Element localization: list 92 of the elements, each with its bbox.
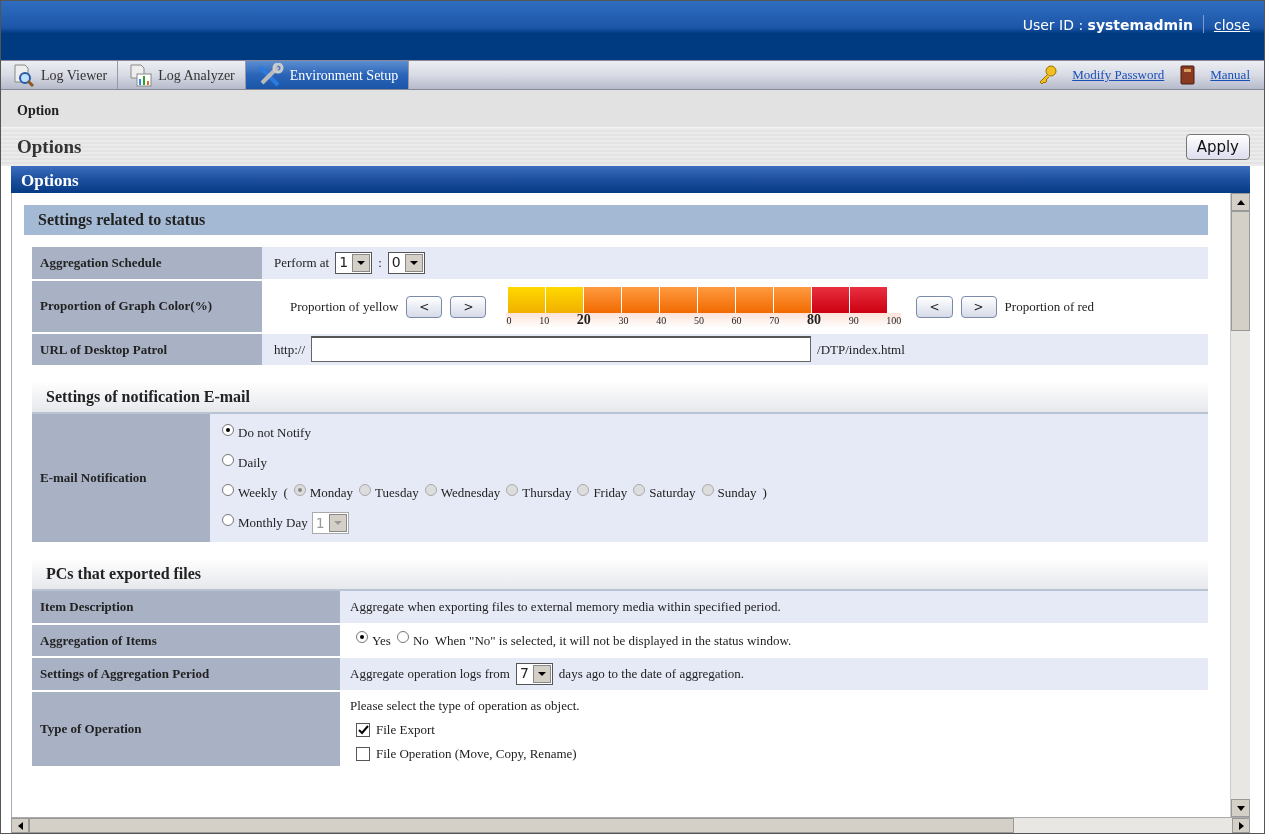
checkmark-icon	[357, 724, 369, 735]
checkbox[interactable]	[356, 722, 370, 737]
option-label: Weekly	[238, 484, 278, 503]
scale-tick-label: 90	[848, 313, 859, 328]
scroll-right-icon[interactable]	[1232, 818, 1250, 833]
step-button[interactable]: >	[960, 296, 997, 318]
section-header: Settings related to status	[24, 205, 1208, 235]
scale-tick-label: 60	[731, 313, 742, 328]
page-title: Options	[17, 134, 82, 159]
radio-button[interactable]	[222, 514, 234, 526]
row-label: Settings of Aggregation Period	[32, 658, 340, 690]
option-label: File Export	[376, 720, 435, 739]
label-text: days ago to the date of aggregation.	[558, 665, 745, 683]
option-label: Monday	[309, 484, 354, 503]
label-text: Aggregate operation logs from	[350, 665, 510, 683]
dropdown[interactable]: 7	[515, 662, 553, 685]
parenthesis: (	[283, 484, 288, 503]
scale-tick-label: 10	[539, 313, 550, 328]
scale-tick-label: 70	[769, 313, 780, 328]
nav-tab[interactable]: Environment Setup	[245, 61, 410, 89]
scroll-up-icon[interactable]	[1231, 193, 1250, 211]
label-text: Proportion of red	[1004, 298, 1095, 317]
caret-icon	[357, 260, 366, 265]
caret-icon	[409, 260, 418, 265]
header-link[interactable]: Modify Password	[1072, 65, 1165, 85]
step-button[interactable]: <	[406, 296, 443, 318]
option-label: No	[412, 631, 429, 650]
option-label: Monthly Day	[238, 514, 308, 533]
row-label: Proportion of Graph Color(%)	[32, 280, 262, 332]
scale-tick-label: 100	[886, 313, 902, 328]
option-label: Do not Notify	[238, 424, 311, 443]
option-label: Sunday	[717, 484, 757, 503]
book-icon	[1178, 65, 1197, 85]
panel-header: Options	[11, 166, 1250, 193]
dropdown[interactable]: 1	[335, 251, 373, 274]
option-label: Tuesday	[375, 484, 419, 503]
row-label: Aggregation of Items	[32, 624, 340, 656]
step-button[interactable]: <	[916, 296, 953, 318]
radio-button[interactable]	[222, 484, 234, 496]
row-label: Aggregation Schedule	[32, 247, 262, 279]
step-button[interactable]: >	[450, 296, 487, 318]
horizontal-scrollbar[interactable]	[11, 817, 1250, 833]
radio-button[interactable]	[222, 424, 234, 436]
apply-button[interactable]: Apply	[1185, 133, 1250, 161]
scale-tick-label: 20	[576, 312, 591, 328]
option-label: Friday	[593, 484, 628, 503]
row-label: Type of Operation	[32, 691, 340, 766]
document-magnifier-icon	[11, 63, 35, 87]
option-label: Thursday	[522, 484, 572, 503]
label-text: http://	[274, 340, 306, 359]
radio-button[interactable]	[222, 454, 234, 466]
option-label: Yes	[372, 631, 391, 650]
row-label: Item Description	[32, 591, 340, 623]
description-text: Aggregate when exporting files to external memory media within specified period.	[350, 598, 781, 616]
note-text: When "No" is selected, it will not be displayed in the status window.	[434, 631, 792, 650]
scale-tick-label: 80	[806, 312, 821, 328]
radio-button[interactable]	[356, 631, 368, 644]
caret-icon	[333, 521, 342, 525]
scale-tick-label: 0	[506, 313, 512, 328]
parenthesis: )	[762, 484, 767, 503]
document-chart-icon	[128, 63, 153, 87]
scrollbar-thumb[interactable]	[1231, 211, 1250, 331]
scroll-left-icon[interactable]	[11, 818, 29, 833]
radio-button[interactable]	[396, 631, 409, 644]
close-link[interactable]: close	[1213, 15, 1250, 36]
nav-tab[interactable]: Log Viewer	[1, 61, 119, 89]
option-label: File Operation (Move, Copy, Rename)	[376, 744, 577, 763]
url-input[interactable]	[311, 336, 812, 363]
row-label: E-mail Notification	[32, 414, 210, 542]
header-link[interactable]: Manual	[1210, 65, 1250, 85]
option-label: Daily	[238, 454, 267, 473]
label-text: :	[378, 254, 382, 272]
instruction-text: Please select the type of operation as object.	[350, 696, 580, 715]
option-label: Saturday	[649, 484, 696, 503]
scale-tick-label: 30	[618, 313, 629, 328]
scale-tick-label: 40	[656, 313, 667, 328]
label-text: Perform at	[274, 254, 330, 272]
key-icon	[1038, 65, 1059, 85]
caret-icon	[537, 671, 546, 676]
breadcrumb: Option	[1, 90, 1264, 128]
vertical-scrollbar[interactable]	[1230, 193, 1250, 817]
nav-tab[interactable]: Log Analyzer	[118, 61, 246, 89]
label-text: /DTP/index.html	[817, 340, 905, 359]
scrollbar-thumb[interactable]	[29, 818, 1014, 833]
row-label: URL of Desktop Patrol	[32, 333, 262, 365]
label-text: Proportion of yellow	[290, 298, 399, 317]
option-label: Wednesday	[440, 484, 501, 503]
checkbox[interactable]	[356, 746, 370, 761]
scale-tick-label: 50	[693, 313, 704, 328]
scroll-down-icon[interactable]	[1231, 799, 1250, 817]
dropdown[interactable]: 0	[387, 251, 425, 274]
user-id-text: User ID : systemadmin	[1022, 16, 1193, 35]
